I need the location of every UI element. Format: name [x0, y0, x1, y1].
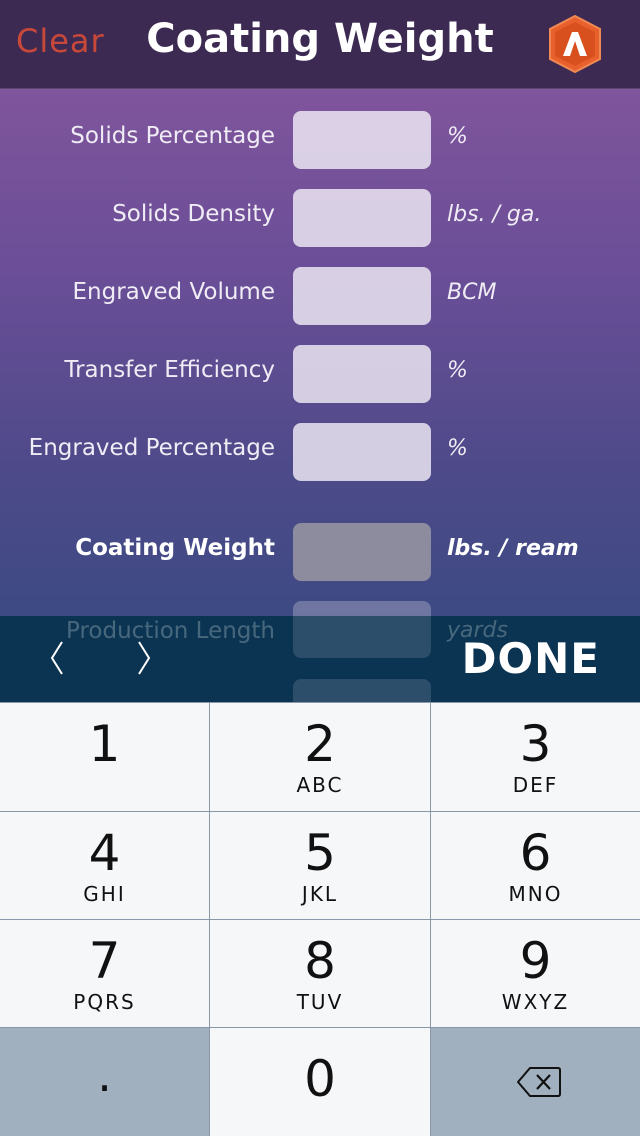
chevron-right-icon[interactable] — [123, 638, 163, 678]
form-row-engraved-volume: Engraved Volume BCM — [0, 267, 640, 325]
form-row-solids-density: Solids Density lbs. / ga. — [0, 189, 640, 247]
key-digit: 7 — [88, 932, 121, 990]
field-label: Transfer Efficiency — [64, 357, 275, 383]
key-letters: TUV — [296, 990, 344, 1014]
unit-label: lbs. / ga. — [447, 202, 542, 227]
key-7[interactable]: 7 PQRS — [0, 920, 209, 1027]
solids-percentage-input[interactable] — [293, 111, 431, 169]
key-digit: . — [97, 1048, 112, 1102]
coating-weight-output — [293, 523, 431, 581]
key-0[interactable]: 0 — [210, 1028, 430, 1136]
key-letters: JKL — [301, 882, 339, 906]
transfer-efficiency-input[interactable] — [293, 345, 431, 403]
next-field-ghost — [293, 679, 431, 702]
key-6[interactable]: 6 MNO — [431, 812, 640, 919]
unit-label: % — [447, 436, 468, 461]
result-label: Coating Weight — [75, 535, 275, 561]
calculator-form: Solids Percentage % Solids Density lbs. … — [0, 89, 640, 616]
unit-label: % — [447, 124, 468, 149]
engraved-volume-input[interactable] — [293, 267, 431, 325]
key-letters: DEF — [512, 773, 559, 797]
key-4[interactable]: 4 GHI — [0, 812, 209, 919]
key-1[interactable]: 1 — [0, 703, 209, 811]
key-digit: 3 — [519, 715, 552, 773]
key-letters: GHI — [83, 882, 126, 906]
key-letters: ABC — [296, 773, 344, 797]
app-logo-icon[interactable] — [545, 14, 605, 74]
key-5[interactable]: 5 JKL — [210, 812, 430, 919]
key-digit: 1 — [88, 715, 121, 773]
production-length-field-ghost — [293, 616, 431, 658]
done-button[interactable]: DONE — [462, 634, 600, 683]
field-label: Solids Percentage — [70, 123, 275, 149]
field-label: Engraved Volume — [72, 279, 275, 305]
key-digit: 8 — [304, 932, 336, 990]
key-decimal[interactable]: . — [0, 1028, 209, 1136]
key-digit: 0 — [304, 1050, 336, 1108]
form-row-transfer-efficiency: Transfer Efficiency % — [0, 345, 640, 403]
key-8[interactable]: 8 TUV — [210, 920, 430, 1027]
form-row-solids-percentage: Solids Percentage % — [0, 111, 640, 169]
key-2[interactable]: 2 ABC — [210, 703, 430, 811]
page-title: Coating Weight — [146, 16, 494, 62]
key-letters: PQRS — [73, 990, 136, 1014]
form-row-coating-weight-result: Coating Weight lbs. / ream — [0, 523, 640, 581]
key-digit: 9 — [519, 932, 552, 990]
engraved-percentage-input[interactable] — [293, 423, 431, 481]
unit-label: BCM — [447, 280, 497, 305]
key-3[interactable]: 3 DEF — [431, 703, 640, 811]
form-row-engraved-percentage: Engraved Percentage % — [0, 423, 640, 481]
solids-density-input[interactable] — [293, 189, 431, 247]
key-letters: MNO — [508, 882, 563, 906]
key-digit: 2 — [304, 715, 336, 773]
keyboard-toolbar: Production Length yards DONE — [0, 616, 640, 702]
production-length-input[interactable] — [293, 601, 431, 616]
nav-bar: Clear Coating Weight — [0, 0, 640, 89]
chevron-left-icon[interactable] — [38, 638, 78, 678]
form-row-production-length — [0, 601, 640, 616]
key-9[interactable]: 9 WXYZ — [431, 920, 640, 1027]
unit-label: % — [447, 358, 468, 383]
numeric-keypad: 1 2 ABC 3 DEF 4 GHI 5 JKL 6 MNO 7 PQRS 8… — [0, 702, 640, 1136]
field-label: Solids Density — [112, 201, 275, 227]
backspace-icon — [516, 1066, 562, 1098]
key-digit: 4 — [88, 824, 121, 882]
key-letters: WXYZ — [501, 990, 570, 1014]
unit-label: lbs. / ream — [447, 536, 579, 561]
field-label: Production Length — [65, 618, 275, 644]
field-label: Engraved Percentage — [28, 435, 275, 461]
backspace-key[interactable] — [431, 1028, 640, 1136]
key-digit: 6 — [519, 824, 552, 882]
key-digit: 5 — [304, 824, 336, 882]
